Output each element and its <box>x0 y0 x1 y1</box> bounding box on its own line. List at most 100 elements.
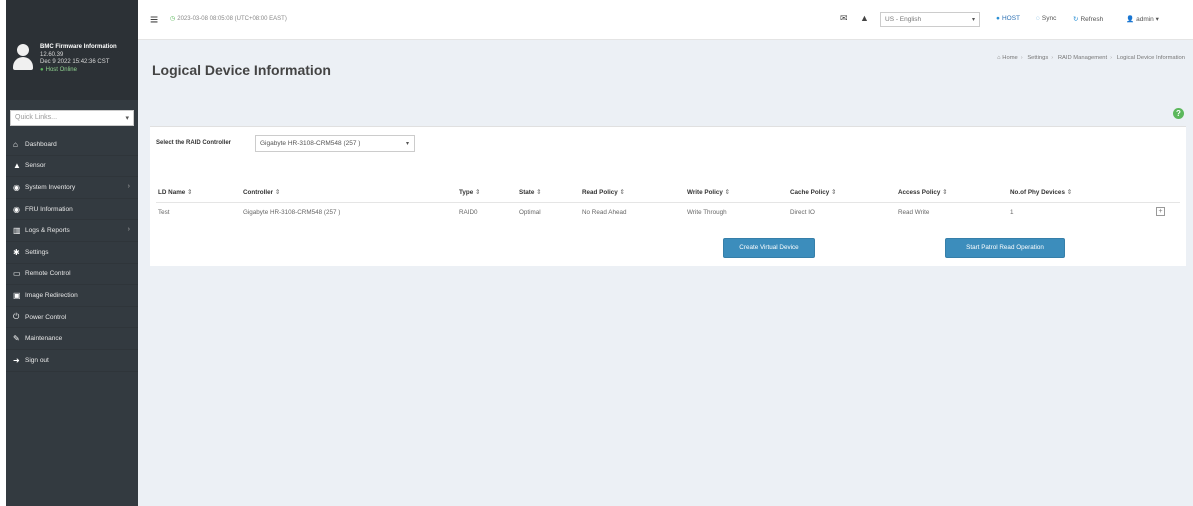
column-header-state[interactable]: State <box>519 189 541 196</box>
table-divider <box>156 202 1180 203</box>
page-title: Logical Device Information <box>152 62 331 78</box>
sync-icon: ◌ <box>1036 15 1040 22</box>
top-bar: ≡ 2023-03-08 08:05:08 (UTC+08:00 EAST) ✉… <box>138 0 1193 40</box>
breadcrumb-raid-management[interactable]: RAID Management <box>1058 55 1107 61</box>
firmware-date: Dec 9 2022 15:42:36 CST <box>40 59 110 65</box>
sidebar-item-settings[interactable]: ✱ Settings <box>6 242 138 264</box>
breadcrumb-settings[interactable]: Settings <box>1027 55 1048 61</box>
host-link[interactable]: ● HOST <box>996 15 1020 22</box>
sidebar-item-fru-information[interactable]: ◉ FRU Information <box>6 199 138 221</box>
user-label: admin <box>1136 16 1154 23</box>
chevron-down-icon: ▾ <box>125 115 129 122</box>
envelope-icon[interactable]: ✉ <box>840 13 848 24</box>
breadcrumb-home[interactable]: Home <box>1002 55 1017 61</box>
column-header-cache-policy[interactable]: Cache Policy <box>790 189 836 196</box>
sidebar-item-label: Dashboard <box>25 140 57 148</box>
column-header-read-policy[interactable]: Read Policy <box>582 189 625 196</box>
column-header-access-policy[interactable]: Access Policy <box>898 189 947 196</box>
sidebar-item-image-redirection[interactable]: ▣ Image Redirection <box>6 285 138 307</box>
quick-links-select[interactable]: Quick Links... ▾ <box>10 110 134 126</box>
table-cell-state: Optimal <box>519 209 541 216</box>
user-avatar-icon <box>12 44 34 70</box>
sidebar-item-label: Maintenance <box>25 335 63 343</box>
logical-device-panel: Select the RAID Controller Gigabyte HR-3… <box>150 126 1186 266</box>
sidebar-item-label: Logs & Reports <box>25 227 70 235</box>
sidebar: BMC Firmware Information 12.60.39 Dec 9 … <box>6 0 138 506</box>
chevron-right-icon: › <box>127 183 130 191</box>
breadcrumb: ⌂ Home › Settings › RAID Management › Logic… <box>997 55 1185 61</box>
sidebar-item-label: Sign out <box>25 356 49 364</box>
quick-links-placeholder: Quick Links... <box>15 114 58 121</box>
firmware-title[interactable]: BMC Firmware Information <box>40 44 117 52</box>
sidebar-item-label: FRU Information <box>25 205 73 213</box>
monitor-icon: ▭ <box>13 269 21 279</box>
chevron-right-icon: › <box>127 226 130 234</box>
raid-controller-select[interactable]: Gigabyte HR-3108-CRM548 (257 ) ▾ <box>255 135 415 152</box>
start-patrol-read-button[interactable]: Start Patrol Read Operation <box>945 238 1065 258</box>
gear-icon: ✱ <box>13 247 20 257</box>
table-cell-controller: Gigabyte HR-3108-CRM548 (257 ) <box>243 209 341 216</box>
sidebar-item-dashboard[interactable]: ⌂ Dashboard <box>6 134 138 156</box>
host-label: HOST <box>1001 15 1020 22</box>
sidebar-item-label: Power Control <box>25 313 67 321</box>
sidebar-item-logs-reports[interactable]: ▥ Logs & Reports › <box>6 220 138 242</box>
sidebar-item-power-control[interactable]: ⏻ Power Control <box>6 307 138 329</box>
column-header-type[interactable]: Type <box>459 189 480 196</box>
refresh-icon: ↻ <box>1073 16 1079 23</box>
bar-chart-icon: ▥ <box>13 226 21 236</box>
chevron-down-icon: ▾ <box>405 141 409 147</box>
breadcrumb-current: Logical Device Information <box>1116 55 1185 61</box>
table-cell-write-policy: Write Through <box>687 209 727 216</box>
sign-out-icon: ➜ <box>13 355 20 365</box>
info-icon: ◉ <box>13 204 20 214</box>
sidebar-item-system-inventory[interactable]: ◉ System Inventory › <box>6 177 138 199</box>
power-icon: ⏻ <box>13 312 20 322</box>
sidebar-item-remote-control[interactable]: ▭ Remote Control <box>6 264 138 286</box>
sidebar-item-label: Remote Control <box>25 270 71 278</box>
refresh-link[interactable]: ↻ Refresh <box>1073 15 1103 23</box>
hamburger-menu-icon[interactable]: ≡ <box>150 11 158 27</box>
table-cell-ld-name: Test <box>158 209 170 216</box>
user-icon: 👤 <box>1126 16 1135 23</box>
language-value: US - English <box>885 16 922 23</box>
sidebar-item-label: Sensor <box>25 162 46 170</box>
column-header-write-policy[interactable]: Write Policy <box>687 189 730 196</box>
image-icon: ▣ <box>13 290 21 300</box>
table-cell-cache-policy: Direct IO <box>790 209 815 216</box>
firmware-info-panel: BMC Firmware Information 12.60.39 Dec 9 … <box>6 0 138 100</box>
column-header-ld-name[interactable]: LD Name <box>158 189 192 196</box>
column-header-controller[interactable]: Controller <box>243 189 280 196</box>
table-cell-type: RAID0 <box>459 209 478 216</box>
language-select[interactable]: US - English ▾ <box>880 12 980 27</box>
sidebar-item-sensor[interactable]: ▲ Sensor <box>6 156 138 178</box>
raid-controller-label: Select the RAID Controller <box>156 140 232 146</box>
wrench-icon: ✎ <box>13 334 20 344</box>
host-online-status: Host Online <box>40 67 117 75</box>
sidebar-item-maintenance[interactable]: ✎ Maintenance <box>6 328 138 350</box>
sync-link[interactable]: ◌ Sync <box>1036 15 1056 22</box>
table-cell-read-policy: No Read Ahead <box>582 209 627 216</box>
sidebar-item-label: Image Redirection <box>25 291 78 299</box>
app-frame: BMC Firmware Information 12.60.39 Dec 9 … <box>6 0 1193 506</box>
sidebar-item-sign-out[interactable]: ➜ Sign out <box>6 350 138 372</box>
table-cell-phy-devices: 1 <box>1010 209 1014 216</box>
inventory-icon: ◉ <box>13 182 20 192</box>
expand-row-icon[interactable]: + <box>1156 207 1165 216</box>
raid-controller-value: Gigabyte HR-3108-CRM548 (257 ) <box>260 140 361 147</box>
sidebar-item-label: System Inventory <box>25 183 76 191</box>
main-content: Logical Device Information ⌂ Home › Setti… <box>138 40 1193 506</box>
tachometer-icon: ⌂ <box>13 139 18 149</box>
sensor-icon: ▲ <box>13 161 21 171</box>
firmware-info-text: BMC Firmware Information 12.60.39 Dec 9 … <box>40 44 117 74</box>
column-header-phy-devices[interactable]: No.of Phy Devices <box>1010 189 1072 196</box>
sync-label: Sync <box>1041 15 1057 22</box>
user-menu[interactable]: 👤 admin ▾ <box>1126 15 1159 23</box>
sidebar-nav: ⌂ Dashboard ▲ Sensor ◉ System Inventory … <box>6 134 138 372</box>
refresh-label: Refresh <box>1080 16 1104 23</box>
warning-icon[interactable]: ▲ <box>860 13 869 23</box>
help-icon[interactable]: ? <box>1173 108 1184 119</box>
bmc-datetime: 2023-03-08 08:05:08 (UTC+08:00 EAST) <box>170 15 287 22</box>
create-virtual-device-button[interactable]: Create Virtual Device <box>723 238 815 258</box>
chevron-down-icon: ▾ <box>971 17 975 23</box>
host-status-icon: ● <box>996 15 1000 22</box>
